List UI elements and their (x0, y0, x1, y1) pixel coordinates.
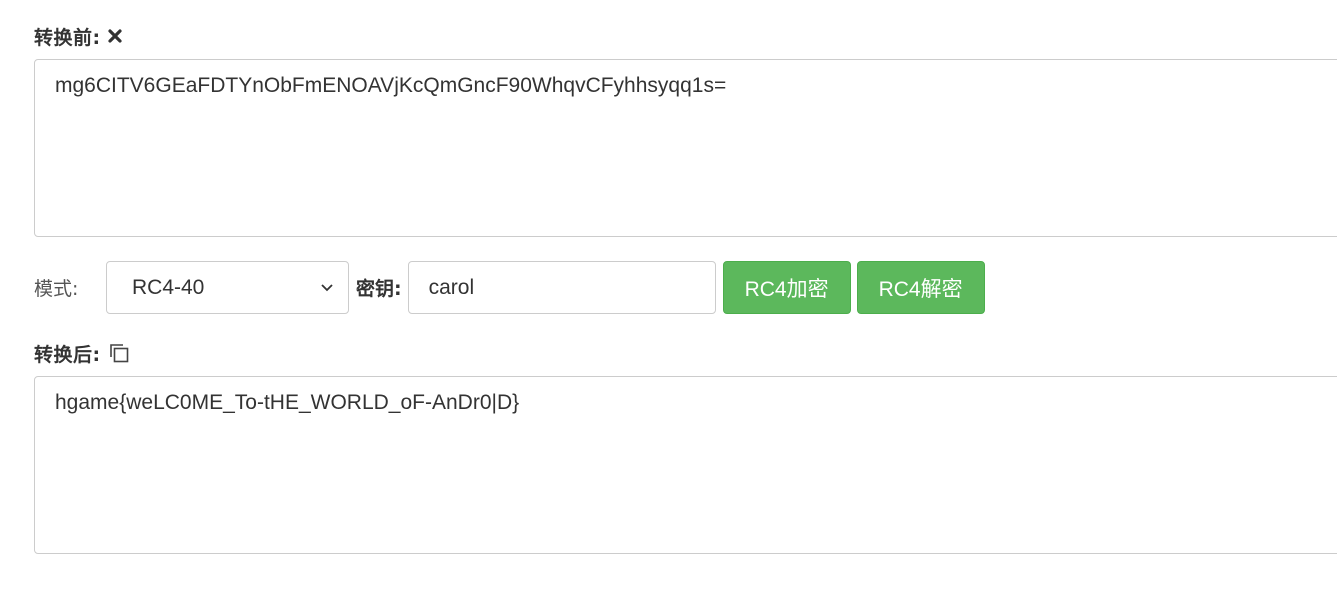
copy-icon[interactable] (107, 341, 131, 365)
close-icon[interactable] (107, 28, 123, 44)
result-textarea[interactable]: hgame{weLC0ME_To-tHE_WORLD_oF-AnDr0|D} (34, 376, 1337, 554)
before-label: 转换前: (34, 26, 101, 49)
mode-select[interactable]: RC4-40 (106, 261, 349, 314)
result-text: hgame{weLC0ME_To-tHE_WORLD_oF-AnDr0|D} (55, 391, 520, 414)
decrypt-button[interactable]: RC4解密 (856, 261, 985, 314)
source-textarea[interactable]: mg6CITV6GEaFDTYnObFmENOAVjKcQmGncF90Whqv… (34, 59, 1337, 237)
encrypt-button[interactable]: RC4加密 (722, 261, 851, 314)
chevron-down-icon (320, 283, 334, 293)
mode-label: 模式: (34, 278, 79, 300)
mode-selected-value: RC4-40 (132, 275, 205, 299)
after-label-row: 转换后: (34, 339, 131, 367)
key-label: 密钥: (356, 278, 402, 300)
after-label: 转换后: (34, 343, 101, 366)
before-label-row: 转换前: (34, 22, 123, 50)
source-text: mg6CITV6GEaFDTYnObFmENOAVjKcQmGncF90Whqv… (55, 74, 727, 97)
key-input[interactable] (407, 261, 716, 314)
controls-row: 模式: RC4-40 密钥: RC4加密 RC4解密 (34, 261, 985, 314)
